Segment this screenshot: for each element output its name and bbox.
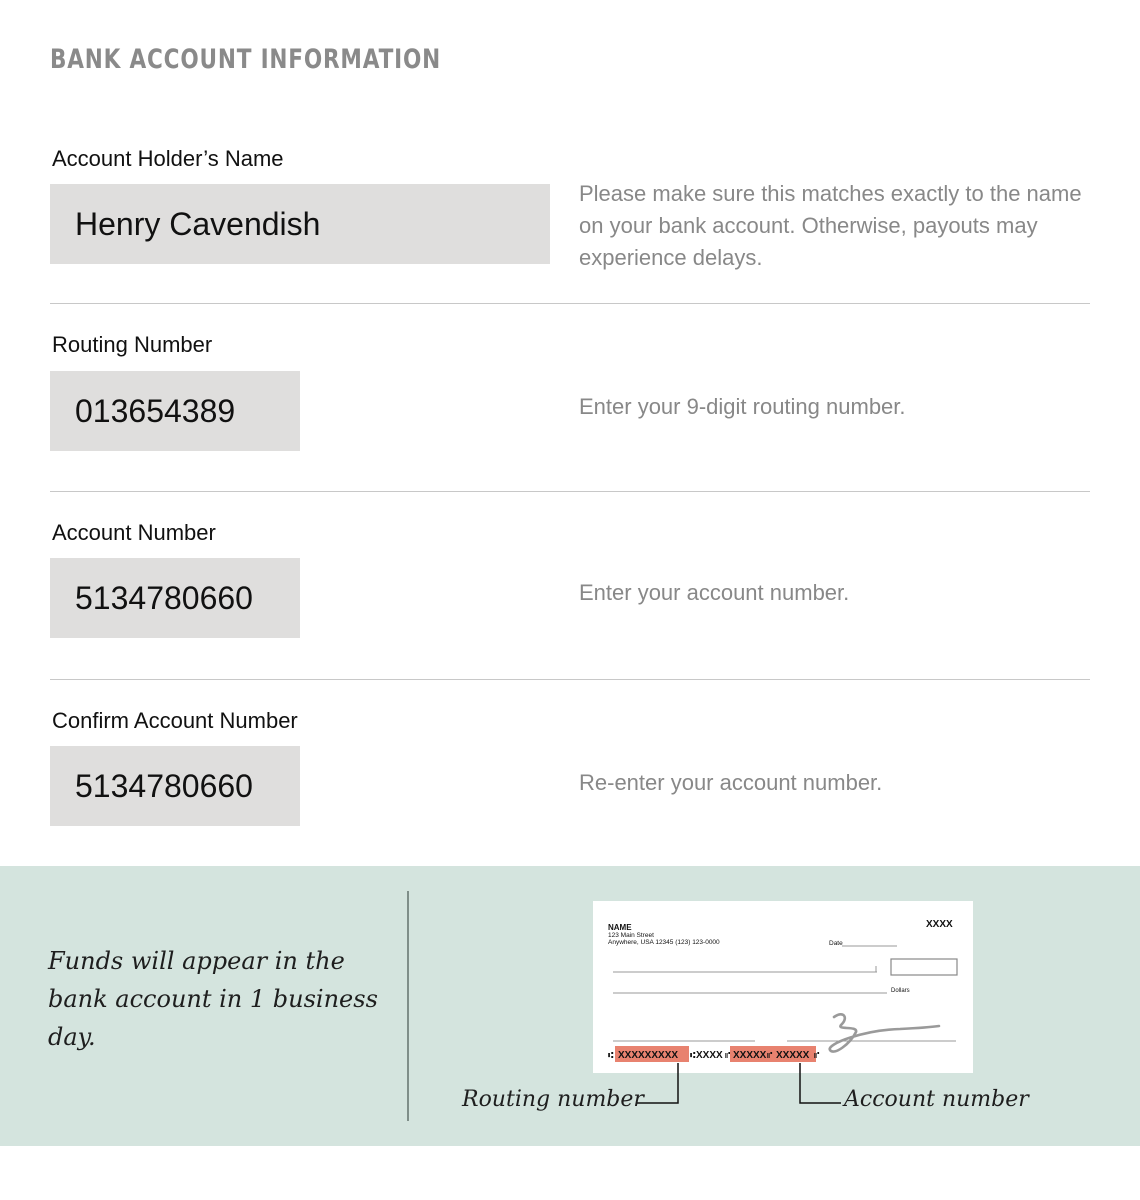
- account-number-input[interactable]: [50, 558, 300, 638]
- account-holder-name-hint: Please make sure this matches exactly to…: [579, 181, 1082, 270]
- routing-number-callout: Routing number: [462, 1087, 644, 1112]
- divider: [50, 679, 1090, 680]
- confirm-account-number-hint: Re-enter your account number.: [579, 770, 883, 795]
- confirm-account-number-input[interactable]: [50, 746, 300, 826]
- check-account-micr-1: XXXXX: [733, 1050, 767, 1061]
- account-number-hint: Enter your account number.: [579, 580, 850, 605]
- funds-timing-note: Funds will appear in the bank account in…: [48, 947, 378, 1051]
- check-address-line2: Anywhere, USA 12345 (123) 123-0000: [608, 939, 720, 946]
- divider: [50, 491, 1090, 492]
- routing-number-input[interactable]: [50, 371, 300, 451]
- micr-on-us-symbol: ⑈: [767, 1051, 773, 1061]
- page-title: BANK ACCOUNT INFORMATION: [50, 44, 441, 75]
- panel-divider: [407, 891, 409, 1121]
- check-name: NAME: [608, 923, 632, 932]
- account-number-callout: Account number: [844, 1087, 1029, 1112]
- check-middle-micr: XXXX: [696, 1050, 723, 1061]
- confirm-account-number-label: Confirm Account Number: [52, 708, 298, 733]
- check-account-micr-2: XXXXX: [776, 1050, 810, 1061]
- divider: [50, 303, 1090, 304]
- check-routing-micr: XXXXXXXXX: [618, 1050, 678, 1061]
- account-holder-name-label: Account Holder’s Name: [52, 146, 284, 171]
- account-holder-name-input[interactable]: [50, 184, 550, 264]
- check-date-label: Date: [829, 940, 843, 947]
- routing-number-hint: Enter your 9-digit routing number.: [579, 394, 906, 419]
- check-address-line1: 123 Main Street: [608, 932, 654, 939]
- routing-number-label: Routing Number: [52, 332, 213, 357]
- micr-transit-symbol: ⑆: [608, 1051, 614, 1061]
- account-number-label: Account Number: [52, 520, 216, 545]
- check-dollars-label: Dollars: [891, 988, 910, 994]
- micr-on-us-symbol: ⑈: [814, 1051, 820, 1061]
- check-number: XXXX: [926, 919, 953, 930]
